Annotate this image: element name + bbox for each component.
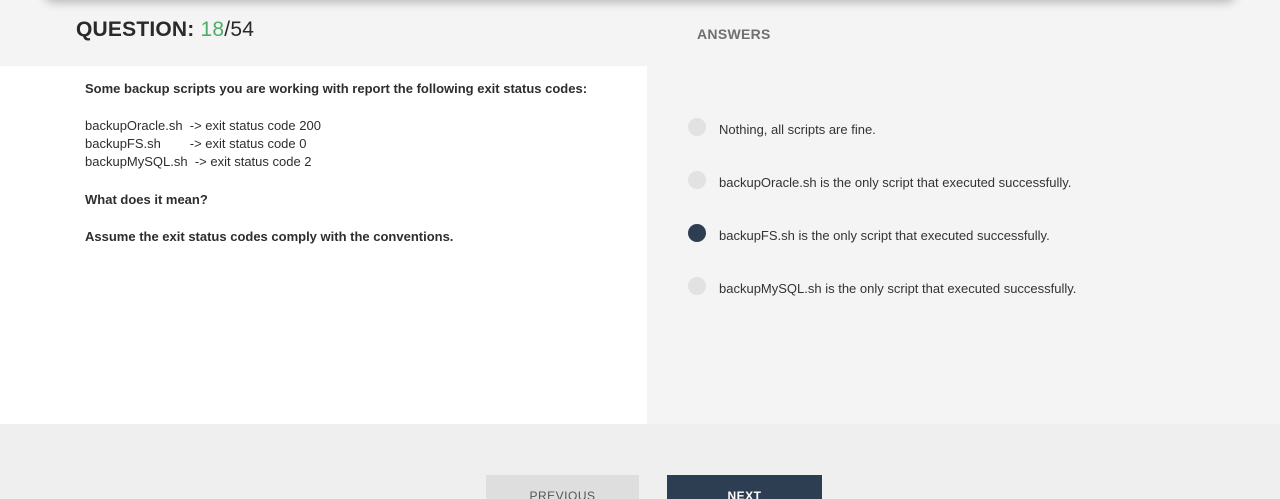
question-note: Assume the exit status codes comply with… <box>85 229 454 244</box>
answer-option-2[interactable]: backupOracle.sh is the only script that … <box>688 171 1248 195</box>
question-counter: QUESTION: 18/54 <box>76 18 254 42</box>
answer-label: backupOracle.sh is the only script that … <box>719 175 1072 190</box>
question-line-3: backupMySQL.sh -> exit status code 2 <box>85 154 312 169</box>
answer-option-1[interactable]: Nothing, all scripts are fine. <box>688 118 1248 142</box>
question-label: QUESTION: <box>76 18 201 41</box>
question-line-1: backupOracle.sh -> exit status code 200 <box>85 118 321 133</box>
answers-heading: ANSWERS <box>697 26 771 42</box>
question-intro: Some backup scripts you are working with… <box>85 81 588 96</box>
answer-label: Nothing, all scripts are fine. <box>719 122 876 137</box>
radio-button[interactable] <box>688 171 706 189</box>
question-current-number: 18 <box>200 18 225 41</box>
radio-button[interactable] <box>688 277 706 295</box>
answer-option-4[interactable]: backupMySQL.sh is the only script that e… <box>688 277 1248 301</box>
question-total-number: 54 <box>230 18 255 41</box>
answer-label: backupFS.sh is the only script that exec… <box>719 228 1050 243</box>
question-prompt: What does it mean? <box>85 192 208 207</box>
answer-option-3[interactable]: backupFS.sh is the only script that exec… <box>688 224 1248 248</box>
question-line-2: backupFS.sh -> exit status code 0 <box>85 136 307 151</box>
quiz-page: QUESTION: 18/54 ANSWERS Some backup scri… <box>0 0 1280 499</box>
radio-button-selected[interactable] <box>688 224 706 242</box>
answer-label: backupMySQL.sh is the only script that e… <box>719 281 1077 296</box>
radio-button[interactable] <box>688 118 706 136</box>
next-button[interactable]: NEXT <box>667 475 822 499</box>
previous-button[interactable]: PREVIOUS <box>486 475 639 499</box>
